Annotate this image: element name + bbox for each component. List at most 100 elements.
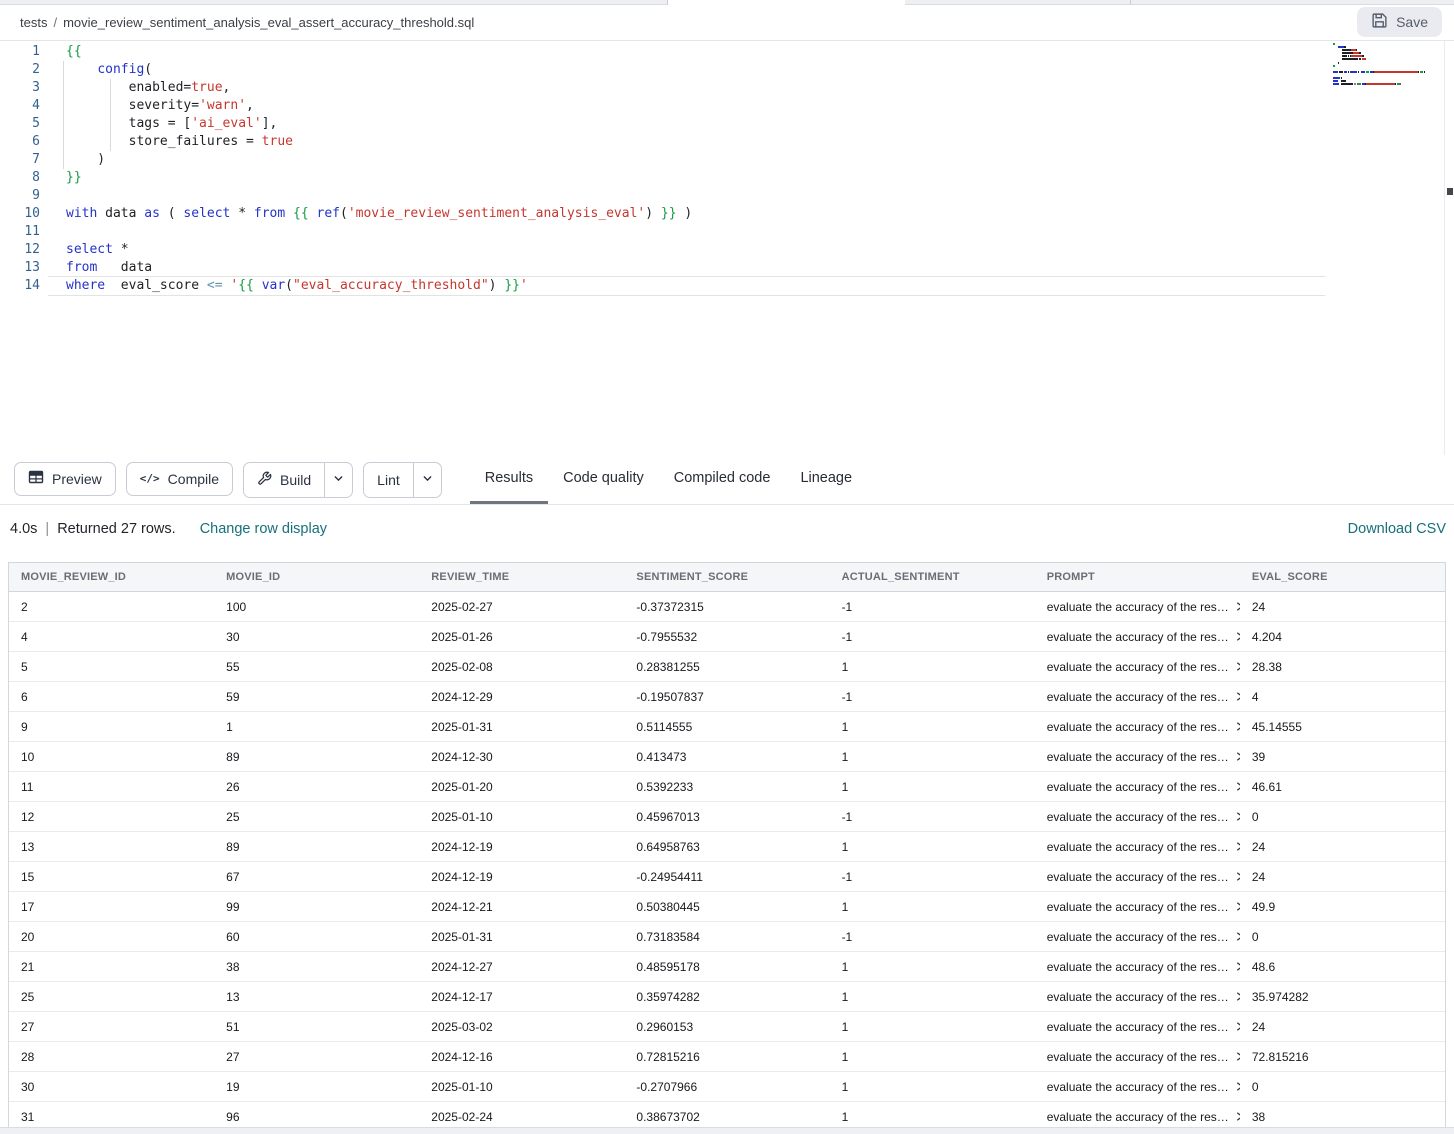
cell: 1	[830, 1072, 1035, 1102]
code-line[interactable]: 14where eval_score <= '{{ var("eval_accu…	[0, 277, 692, 295]
expand-prompt-icon[interactable]	[1235, 1051, 1240, 1065]
expand-prompt-icon[interactable]	[1235, 901, 1240, 915]
code-line[interactable]: 6 store_failures = true	[0, 133, 692, 151]
breadcrumb-file: movie_review_sentiment_analysis_eval_ass…	[63, 15, 474, 30]
action-toolbar: Preview </> Compile Build	[0, 455, 1454, 505]
code-line[interactable]: 13from data	[0, 259, 692, 277]
cell: 51	[214, 1012, 419, 1042]
cell: 1	[830, 982, 1035, 1012]
code-lines[interactable]: 1{{2 config(3 enabled=true,4 severity='w…	[0, 43, 692, 295]
lint-dropdown-button[interactable]	[413, 463, 441, 497]
expand-prompt-icon[interactable]	[1235, 721, 1240, 735]
cell: -1	[830, 682, 1035, 712]
cell: 12	[9, 802, 214, 832]
cell: 17	[9, 892, 214, 922]
horizontal-scrollbar[interactable]	[0, 1127, 1454, 1134]
cell: 1	[830, 712, 1035, 742]
table-row: 20602025-01-310.73183584-1evaluate the a…	[9, 922, 1445, 952]
prompt-cell: evaluate the accuracy of the res…	[1035, 922, 1240, 952]
code-line[interactable]: 4 severity='warn',	[0, 97, 692, 115]
change-row-display-link[interactable]: Change row display	[200, 521, 327, 537]
tab-code-quality[interactable]: Code quality	[548, 455, 659, 504]
code-text: {{	[66, 43, 82, 61]
prompt-text: evaluate the accuracy of the res…	[1047, 600, 1229, 614]
cell: 21	[9, 952, 214, 982]
code-line[interactable]: 8}}	[0, 169, 692, 187]
prompt-cell: evaluate the accuracy of the res…	[1035, 1072, 1240, 1102]
minimap[interactable]	[1333, 43, 1445, 86]
cell: 4	[1240, 682, 1445, 712]
save-button[interactable]: Save	[1357, 7, 1442, 37]
cell: 1	[830, 652, 1035, 682]
expand-prompt-icon[interactable]	[1235, 1111, 1240, 1125]
code-text: )	[66, 151, 105, 169]
cell: 24	[1240, 862, 1445, 892]
lint-button[interactable]: Lint	[364, 463, 413, 497]
cell: 28.38	[1240, 652, 1445, 682]
code-line[interactable]: 3 enabled=true,	[0, 79, 692, 97]
code-line[interactable]: 5 tags = ['ai_eval'],	[0, 115, 692, 133]
expand-prompt-icon[interactable]	[1235, 601, 1240, 615]
expand-prompt-icon[interactable]	[1235, 961, 1240, 975]
expand-prompt-icon[interactable]	[1235, 991, 1240, 1005]
expand-prompt-icon[interactable]	[1235, 871, 1240, 885]
query-status: 4.0s|Returned 27 rows.	[10, 521, 176, 537]
table-row: 28272024-12-160.728152161evaluate the ac…	[9, 1042, 1445, 1072]
expand-prompt-icon[interactable]	[1235, 661, 1240, 675]
cell: 19	[214, 1072, 419, 1102]
table-row: 12252025-01-100.45967013-1evaluate the a…	[9, 802, 1445, 832]
build-button[interactable]: Build	[244, 463, 324, 497]
expand-prompt-icon[interactable]	[1235, 751, 1240, 765]
expand-prompt-icon[interactable]	[1235, 811, 1240, 825]
build-dropdown-button[interactable]	[324, 463, 352, 497]
cell: -1	[830, 622, 1035, 652]
expand-prompt-icon[interactable]	[1235, 931, 1240, 945]
cell: -1	[830, 592, 1035, 622]
query-duration: 4.0s	[10, 521, 37, 537]
expand-prompt-icon[interactable]	[1235, 781, 1240, 795]
tab-results[interactable]: Results	[470, 455, 548, 504]
prompt-text: evaluate the accuracy of the res…	[1047, 930, 1229, 944]
code-line[interactable]: 11	[0, 223, 692, 241]
table-row: 15672024-12-19-0.24954411-1evaluate the …	[9, 862, 1445, 892]
preview-button[interactable]: Preview	[14, 462, 116, 496]
compile-button[interactable]: </> Compile	[126, 462, 233, 496]
code-line[interactable]: 1{{	[0, 43, 692, 61]
editor-scrollbar[interactable]	[1444, 41, 1454, 455]
cell: 31	[9, 1102, 214, 1129]
tab-compiled-code[interactable]: Compiled code	[659, 455, 786, 504]
code-text: config(	[66, 61, 152, 79]
editor-scrollbar-thumb[interactable]	[1447, 188, 1453, 195]
tab-lineage[interactable]: Lineage	[785, 455, 867, 504]
prompt-text: evaluate the accuracy of the res…	[1047, 810, 1229, 824]
cell: 1	[830, 832, 1035, 862]
cell: 2024-12-19	[419, 862, 624, 892]
code-line[interactable]: 7 )	[0, 151, 692, 169]
expand-prompt-icon[interactable]	[1235, 1081, 1240, 1095]
download-csv-link[interactable]: Download CSV	[1348, 521, 1446, 537]
table-row: 30192025-01-10-0.27079661evaluate the ac…	[9, 1072, 1445, 1102]
status-bar: 4.0s|Returned 27 rows. Change row displa…	[0, 505, 1454, 552]
cell: 13	[214, 982, 419, 1012]
cell: 45.14555	[1240, 712, 1445, 742]
cell: 2024-12-29	[419, 682, 624, 712]
expand-prompt-icon[interactable]	[1235, 1021, 1240, 1035]
prompt-cell: evaluate the accuracy of the res…	[1035, 952, 1240, 982]
code-line[interactable]: 12select *	[0, 241, 692, 259]
breadcrumb-folder: tests	[20, 15, 47, 30]
expand-prompt-icon[interactable]	[1235, 631, 1240, 645]
code-line[interactable]: 2 config(	[0, 61, 692, 79]
code-text: }}	[66, 169, 82, 187]
line-number: 3	[0, 79, 40, 97]
cell: 2025-02-24	[419, 1102, 624, 1129]
expand-prompt-icon[interactable]	[1235, 691, 1240, 705]
prompt-cell: evaluate the accuracy of the res…	[1035, 652, 1240, 682]
cell: 6	[9, 682, 214, 712]
expand-prompt-icon[interactable]	[1235, 841, 1240, 855]
sql-editor[interactable]: 1{{2 config(3 enabled=true,4 severity='w…	[0, 41, 1454, 455]
breadcrumb-separator: /	[53, 15, 57, 30]
code-line[interactable]: 9	[0, 187, 692, 205]
table-row: 21002025-02-27-0.37372315-1evaluate the …	[9, 592, 1445, 622]
cell: 11	[9, 772, 214, 802]
code-line[interactable]: 10with data as ( select * from {{ ref('m…	[0, 205, 692, 223]
